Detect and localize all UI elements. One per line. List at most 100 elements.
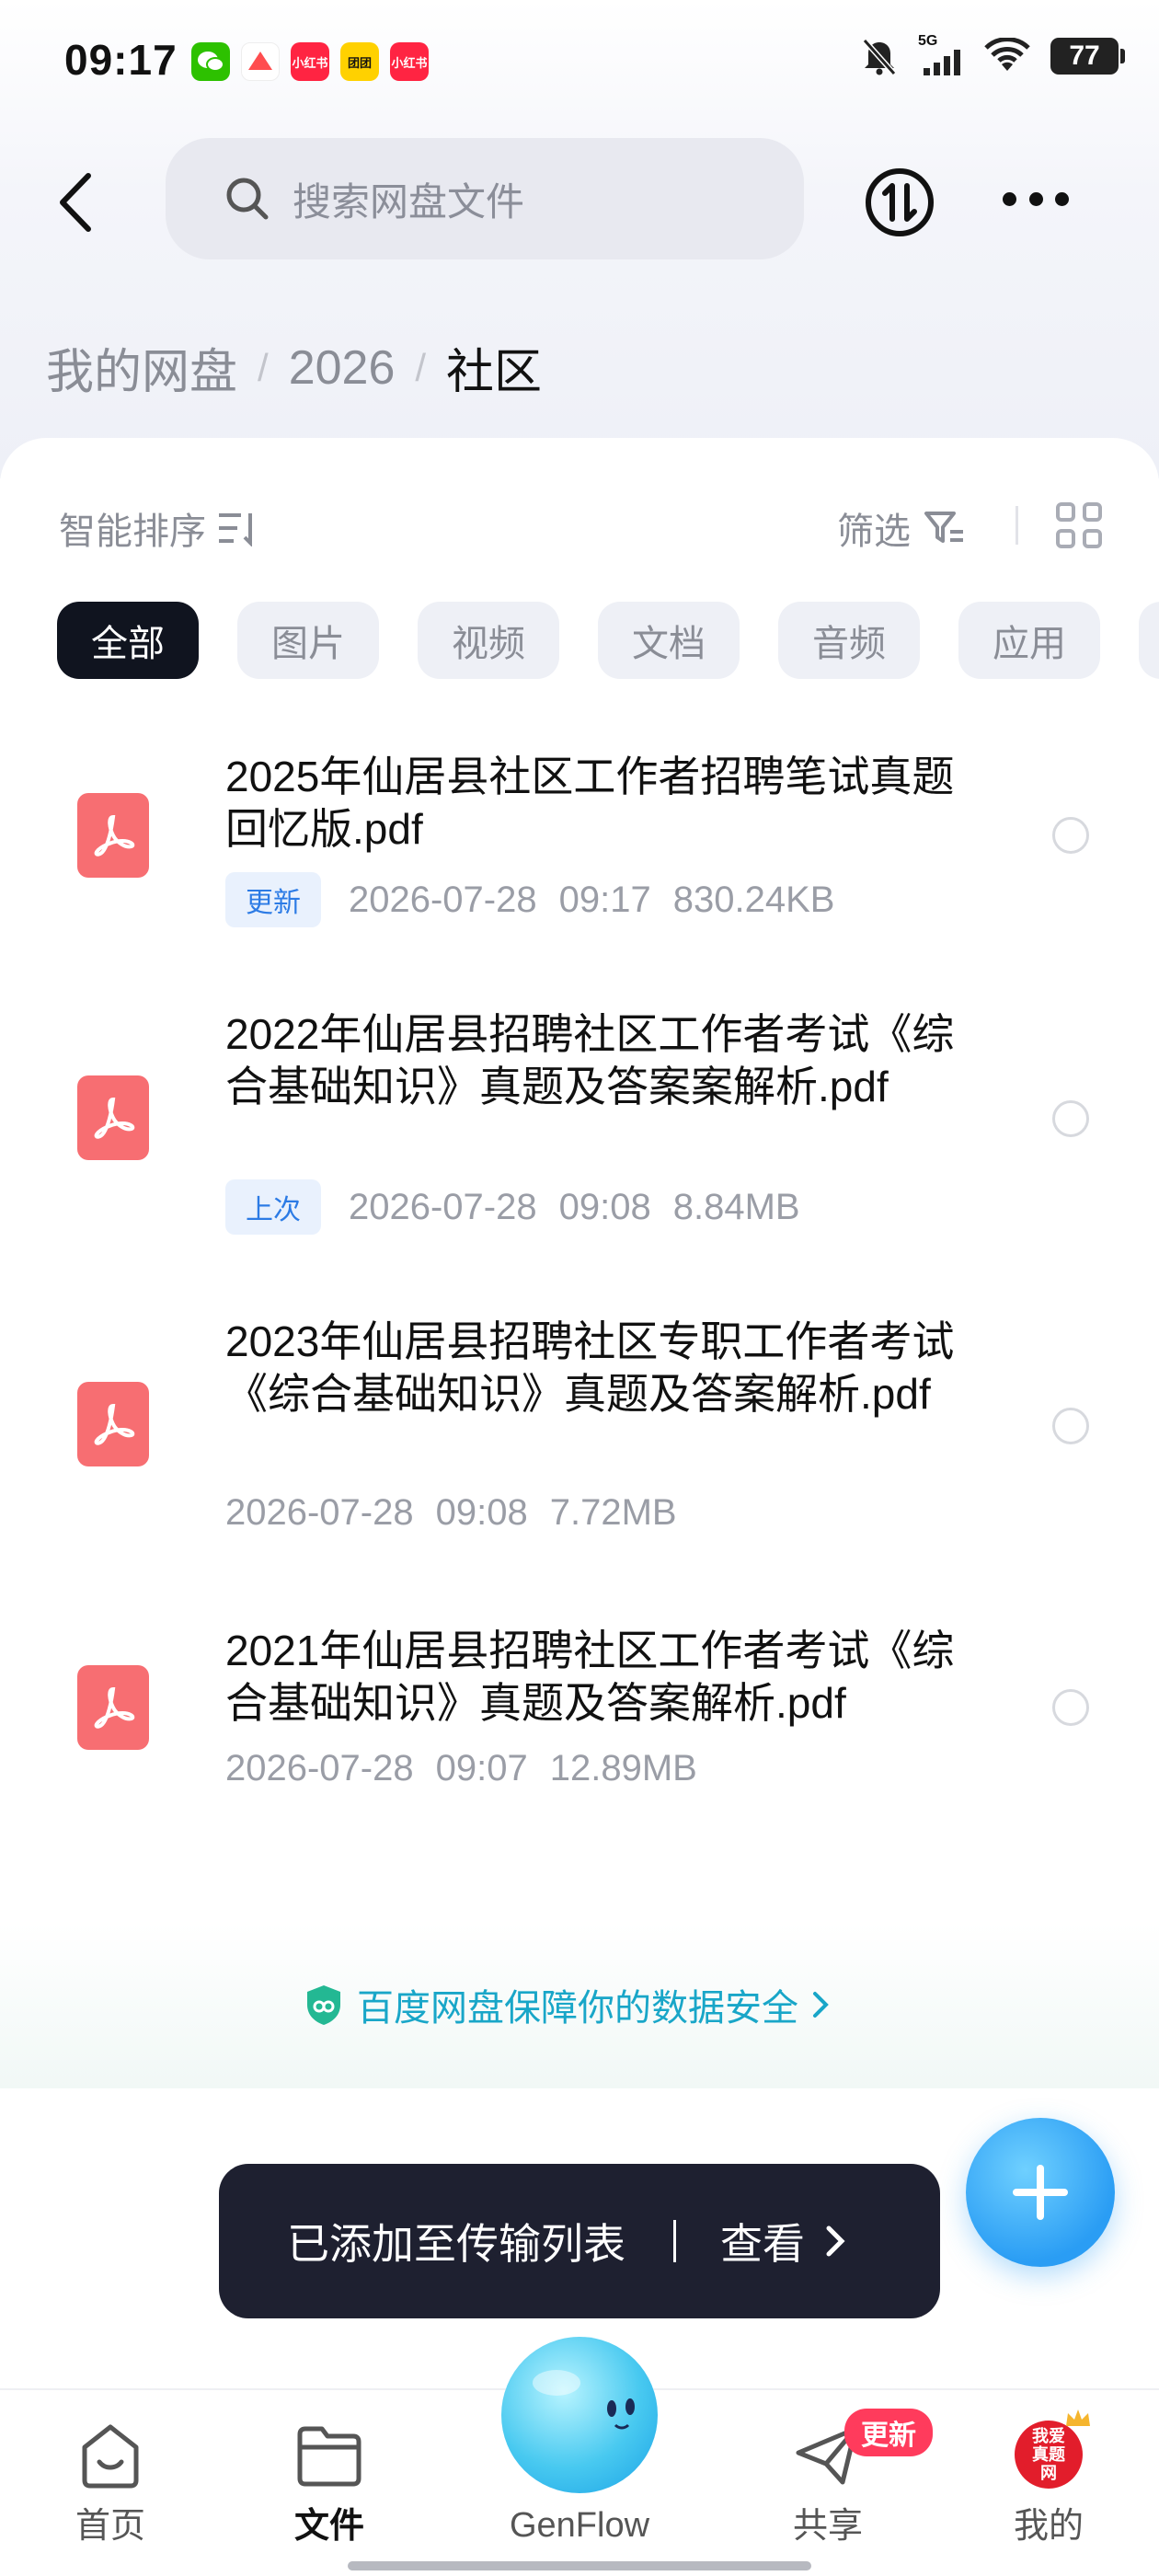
status-bar: 09:17 小红书 团团 小红书 5G 77 (0, 0, 1159, 129)
xiaohongshu-icon-2: 小红书 (390, 42, 429, 81)
select-checkbox[interactable] (1052, 817, 1089, 854)
chip-documents[interactable]: 文档 (598, 602, 740, 679)
transfer-list-button[interactable] (863, 166, 936, 239)
toast-view-button[interactable]: 查看 (720, 2211, 845, 2271)
genflow-mascot-icon (533, 2370, 635, 2430)
grid-view-icon[interactable] (1056, 502, 1102, 548)
cellular-signal-icon: 5G (918, 33, 964, 75)
file-date: 2026-07-28 (349, 879, 537, 920)
file-size: 12.89MB (549, 1748, 697, 1788)
home-icon (82, 2424, 139, 2489)
breadcrumb-separator: / (258, 345, 269, 389)
avatar-wrapper: 我爱真题网 (1015, 2409, 1090, 2490)
toast-view-label: 查看 (720, 2220, 805, 2268)
file-meta: 2026-07-28 09:07 12.89MB (225, 1748, 719, 1789)
back-button[interactable] (48, 166, 103, 239)
status-right: 5G 77 (861, 33, 1125, 75)
search-icon (226, 178, 269, 220)
file-name: 2021年仙居县招聘社区工作者考试《综合基础知识》真题及答案解析.pdf (225, 1627, 955, 1727)
wifi-icon (984, 38, 1030, 71)
folder-icon (297, 2426, 361, 2487)
sort-label: 智能排序 (59, 512, 206, 552)
avatar: 我爱真题网 (1015, 2409, 1090, 2489)
file-name: 2022年仙居县招聘社区工作者考试《综合基础知识》真题及答案案解析.pdf (225, 1010, 955, 1110)
file-date: 2026-07-28 (349, 1186, 537, 1227)
chip-apps[interactable]: 应用 (958, 602, 1100, 679)
security-notice-link[interactable]: 百度网盘保障你的数据安全 (304, 1978, 830, 2031)
file-size: 8.84MB (672, 1186, 800, 1227)
nav-files-label: 文件 (293, 2507, 364, 2546)
chevron-left-icon (60, 173, 91, 232)
nav-mine-label: 我的 (1013, 2507, 1084, 2546)
notification-icons: 小红书 团团 小红书 (191, 42, 429, 81)
nav-home[interactable]: 首页 (46, 2420, 175, 2547)
breadcrumb-separator: / (415, 345, 427, 389)
plus-icon (1013, 2165, 1068, 2220)
file-meta: 2026-07-28 09:08 7.72MB (225, 1492, 699, 1534)
more-dot (1028, 191, 1043, 206)
breadcrumb-root[interactable]: 我的网盘 (46, 333, 237, 402)
grid-cell (1056, 502, 1075, 522)
app-yellow-icon: 团团 (340, 42, 379, 81)
more-dot (1055, 191, 1069, 206)
file-size: 830.24KB (672, 879, 835, 920)
breadcrumb: 我的网盘 / 2026 / 社区 (46, 333, 542, 402)
genflow-button[interactable] (501, 2337, 658, 2493)
toast-divider (673, 2220, 676, 2262)
xiaohongshu-icon-2-label: 小红书 (391, 55, 428, 70)
chip-audio[interactable]: 音频 (778, 602, 920, 679)
breadcrumb-current: 社区 (446, 346, 543, 399)
sort-icon (219, 513, 252, 546)
chevron-right-icon (826, 2225, 845, 2257)
file-date: 2026-07-28 (225, 1492, 414, 1533)
pdf-icon (77, 1382, 149, 1466)
more-options-button[interactable] (1003, 180, 1069, 217)
select-checkbox[interactable] (1052, 1100, 1089, 1137)
add-button[interactable] (966, 2118, 1115, 2267)
content-card (0, 438, 1159, 2094)
file-size: 7.72MB (549, 1492, 677, 1533)
toast-notification: 已添加至传输列表 查看 (219, 2164, 940, 2318)
xiaohongshu-icon: 小红书 (291, 42, 329, 81)
nav-files[interactable]: 文件 (265, 2420, 394, 2547)
file-time: 09:08 (435, 1492, 528, 1533)
toolbar-divider (1016, 506, 1018, 545)
nav-share-label: 共享 (792, 2507, 863, 2546)
status-badge: 上次 (225, 1179, 321, 1235)
security-notice-text: 百度网盘保障你的数据安全 (357, 1988, 798, 2029)
chevron-right-icon (813, 1992, 829, 2018)
select-checkbox[interactable] (1052, 1689, 1089, 1726)
transfer-icon (866, 168, 934, 236)
search-input[interactable]: 搜索网盘文件 (166, 138, 804, 259)
sort-button[interactable]: 智能排序 (59, 501, 258, 555)
status-time: 09:17 (64, 36, 178, 84)
nav-home-label: 首页 (75, 2507, 145, 2546)
grid-cell (1056, 529, 1075, 548)
toast-message: 已添加至传输列表 (287, 2220, 625, 2268)
breadcrumb-parent[interactable]: 2026 (289, 340, 396, 396)
select-checkbox[interactable] (1052, 1408, 1089, 1444)
shield-icon (307, 1985, 340, 2025)
nav-mine[interactable]: 我爱真题网 我的 (984, 2409, 1113, 2547)
chip-videos[interactable]: 视频 (418, 602, 559, 679)
file-meta: 更新 2026-07-28 09:17 830.24KB (225, 872, 856, 927)
avatar-text: 我爱真题网 (1032, 2427, 1065, 2482)
pdf-icon (77, 1075, 149, 1160)
chip-all[interactable]: 全部 (57, 602, 199, 679)
chip-more[interactable] (1139, 602, 1159, 679)
file-name: 2023年仙居县招聘社区专职工作者考试《综合基础知识》真题及答案解析.pdf (225, 1317, 955, 1418)
xiaohongshu-icon-label: 小红书 (292, 55, 328, 70)
file-time: 09:07 (435, 1748, 528, 1788)
file-time: 09:17 (558, 879, 651, 920)
wechat-icon (191, 42, 230, 81)
category-chips: 全部 图片 视频 文档 音频 应用 (57, 602, 1159, 679)
pdf-icon (77, 1665, 149, 1750)
file-name: 2025年仙居县社区工作者招聘笔试真题回忆版.pdf (225, 753, 955, 853)
filter-icon (924, 512, 963, 543)
file-meta: 上次 2026-07-28 09:08 8.84MB (225, 1179, 822, 1235)
search-placeholder: 搜索网盘文件 (293, 179, 525, 224)
app-icon (241, 42, 280, 81)
chip-images[interactable]: 图片 (237, 602, 379, 679)
filter-button[interactable]: 筛选 (837, 501, 966, 555)
grid-cell (1083, 502, 1102, 522)
